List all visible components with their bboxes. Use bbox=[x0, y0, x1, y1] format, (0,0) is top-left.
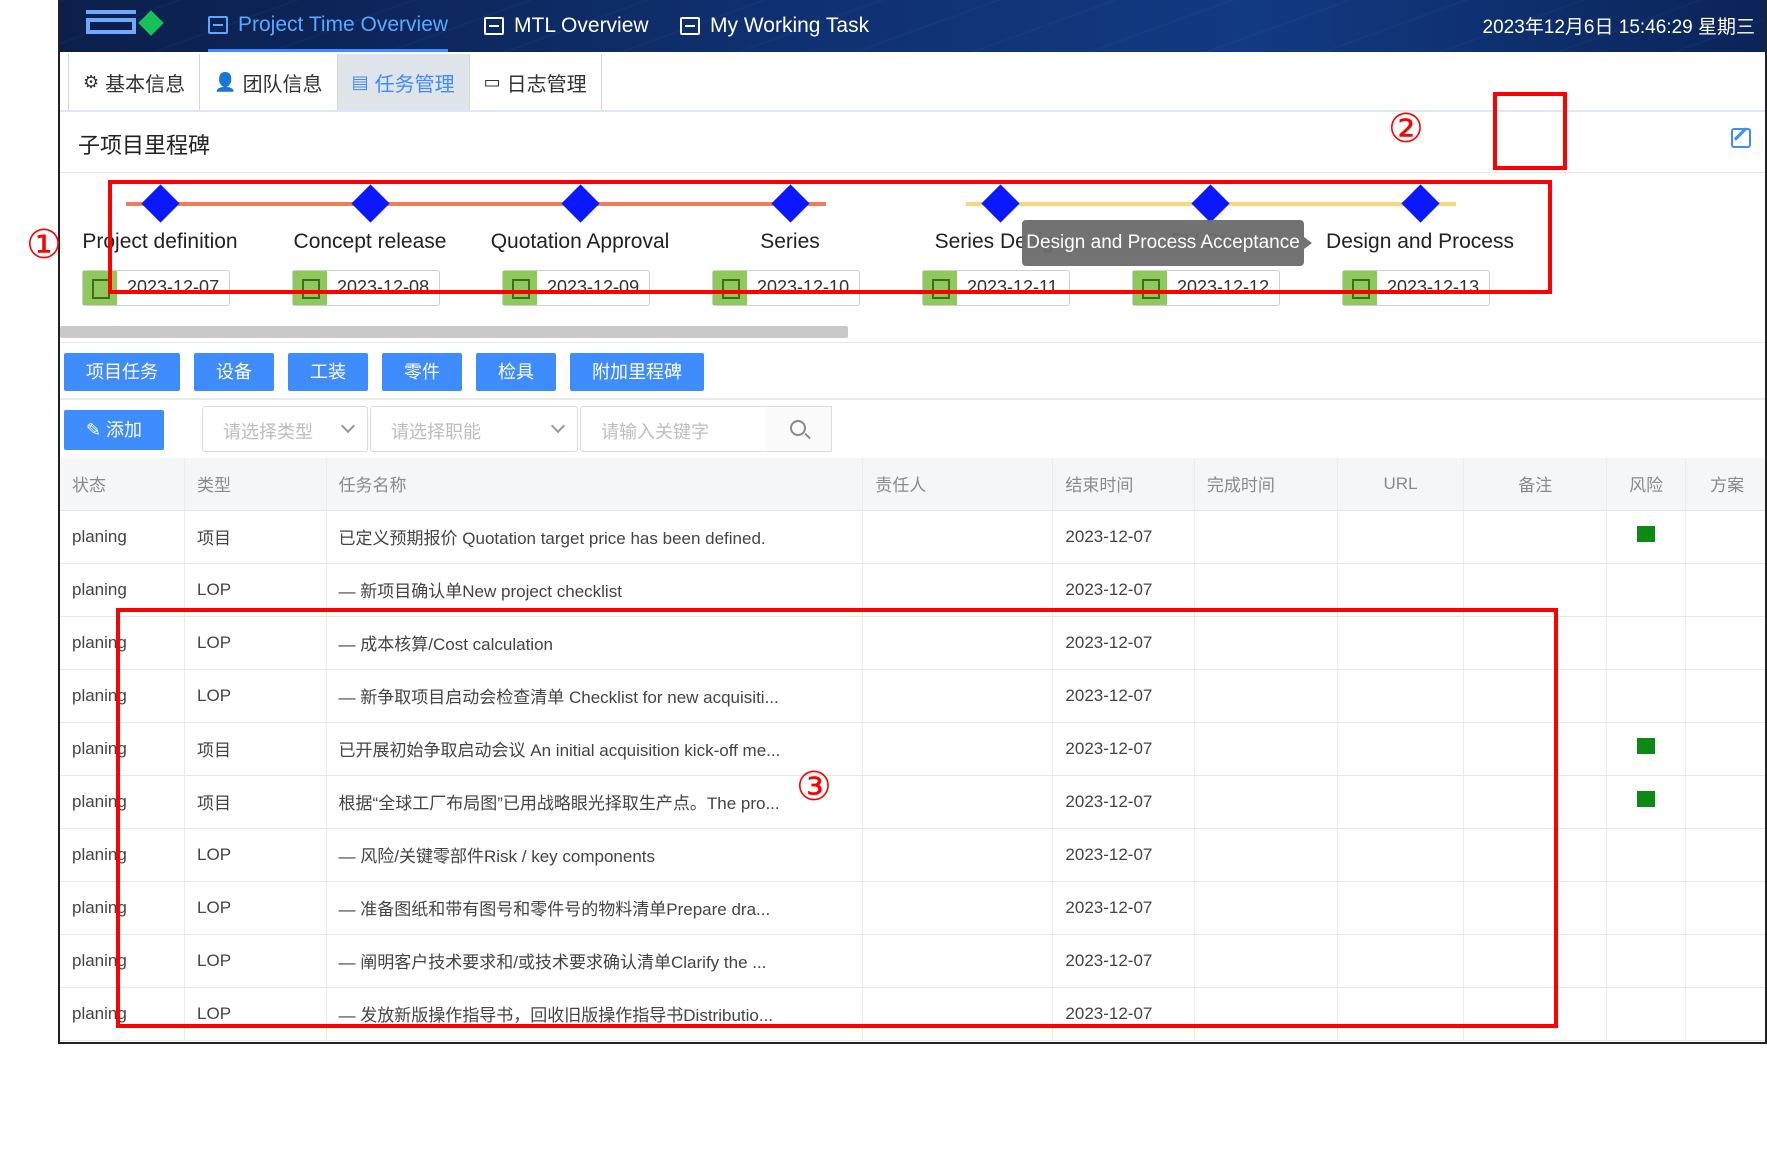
cell-plan bbox=[1685, 881, 1765, 935]
table-header-row: 状态 类型 任务名称 责任人 结束时间 完成时间 URL 备注 风险 方案 bbox=[60, 458, 1765, 511]
cell-plan bbox=[1685, 987, 1765, 1041]
top-header: Project Time Overview MTL Overview My Wo… bbox=[60, 0, 1765, 52]
cell-owner bbox=[862, 510, 1054, 564]
cell-risk bbox=[1606, 881, 1687, 935]
cell-risk bbox=[1606, 510, 1687, 564]
type-select[interactable]: 请选择类型 bbox=[202, 406, 368, 452]
cell-risk bbox=[1606, 828, 1687, 882]
column-header[interactable]: 责任人 bbox=[862, 458, 1054, 511]
cell-end: 2023-12-07 bbox=[1052, 510, 1195, 564]
annotation-number-3: ③ bbox=[796, 764, 832, 810]
milestone-title: 子项目里程碑 bbox=[78, 133, 211, 158]
message-icon bbox=[680, 17, 700, 35]
briefcase-icon bbox=[208, 15, 228, 34]
category-button[interactable]: 附加里程碑 bbox=[570, 353, 704, 391]
column-header[interactable]: 完成时间 bbox=[1194, 458, 1338, 511]
category-button[interactable]: 检具 bbox=[476, 353, 556, 391]
category-button[interactable]: 设备 bbox=[194, 353, 274, 391]
nav-tab-project-time-overview[interactable]: Project Time Overview bbox=[208, 0, 449, 52]
column-header[interactable]: 风险 bbox=[1606, 458, 1687, 511]
keyword-input[interactable]: 请输入关键字 bbox=[580, 406, 768, 452]
tab-basic-info[interactable]: ⚙ 基本信息 bbox=[68, 54, 200, 110]
header-datetime: 2023年12月6日 15:46:29 星期三 bbox=[1482, 17, 1756, 38]
cell-risk bbox=[1606, 616, 1687, 670]
annotation-number-2: ② bbox=[1388, 106, 1424, 152]
cell-plan bbox=[1685, 722, 1765, 776]
add-button[interactable]: ✎ 添加 bbox=[64, 410, 164, 450]
chip-icon: ⚙ bbox=[83, 71, 100, 92]
tab-label: 团队信息 bbox=[242, 73, 323, 96]
annotation-box-1 bbox=[108, 180, 1552, 294]
category-button[interactable]: 零件 bbox=[382, 353, 462, 391]
table-row[interactable]: planing 项目 已定义预期报价 Quotation target price … bbox=[60, 510, 1765, 564]
tab-log-management[interactable]: ▭ 日志管理 bbox=[468, 54, 602, 110]
edit-icon[interactable] bbox=[1731, 128, 1751, 148]
user-icon: 👤 bbox=[214, 71, 237, 92]
nav-tab-label: My Working Task bbox=[710, 14, 870, 37]
annotation-box-2 bbox=[1493, 92, 1567, 170]
category-button[interactable]: 工装 bbox=[288, 353, 368, 391]
cell-plan bbox=[1685, 669, 1765, 723]
column-header[interactable]: 方案 bbox=[1685, 458, 1765, 511]
function-select-placeholder: 请选择职能 bbox=[391, 422, 481, 442]
category-button[interactable]: 项目任务 bbox=[64, 353, 180, 391]
column-header[interactable]: 任务名称 bbox=[326, 458, 864, 511]
scroll-track bbox=[60, 342, 1765, 343]
annotation-box-3 bbox=[116, 608, 1558, 1028]
nav-tab-label: MTL Overview bbox=[514, 14, 649, 37]
cell-url bbox=[1337, 510, 1465, 564]
nav-tab-my-working-task[interactable]: My Working Task bbox=[680, 0, 869, 52]
cell-name: 已定义预期报价 Quotation target price has been … bbox=[326, 510, 864, 564]
annotation-number-1: ① bbox=[26, 222, 62, 268]
cell-plan bbox=[1685, 616, 1765, 670]
cell-done bbox=[1194, 510, 1338, 564]
column-header[interactable]: URL bbox=[1337, 458, 1465, 511]
log-icon: ▭ bbox=[483, 71, 501, 92]
divider bbox=[60, 172, 1765, 173]
cell-plan bbox=[1685, 828, 1765, 882]
add-button-label: 添加 bbox=[106, 420, 143, 440]
document-icon: ▤ bbox=[351, 71, 369, 92]
category-buttons: 项目任务 设备 工装 零件 检具 附加里程碑 bbox=[64, 353, 704, 391]
nav-tab-label: Project Time Overview bbox=[238, 12, 449, 36]
cell-risk bbox=[1606, 987, 1687, 1041]
column-header[interactable]: 结束时间 bbox=[1052, 458, 1195, 511]
cell-risk bbox=[1606, 563, 1687, 617]
chevron-down-icon bbox=[340, 418, 356, 434]
column-header[interactable]: 备注 bbox=[1463, 458, 1608, 511]
cell-risk bbox=[1606, 669, 1687, 723]
cell-plan bbox=[1685, 934, 1765, 988]
type-select-placeholder: 请选择类型 bbox=[223, 422, 313, 442]
cell-risk bbox=[1606, 934, 1687, 988]
keyword-placeholder: 请输入关键字 bbox=[601, 422, 709, 442]
horizontal-scrollbar[interactable] bbox=[60, 326, 848, 338]
tab-task-management[interactable]: ▤ 任务管理 bbox=[336, 54, 469, 110]
risk-indicator-icon bbox=[1637, 526, 1656, 542]
cell-plan bbox=[1685, 510, 1765, 564]
cell-type: 项目 bbox=[184, 510, 327, 564]
nav-tab-mtl-overview[interactable]: MTL Overview bbox=[484, 0, 649, 52]
column-header[interactable]: 类型 bbox=[184, 458, 327, 511]
tab-label: 日志管理 bbox=[506, 73, 587, 96]
cell-risk bbox=[1606, 722, 1687, 776]
tab-team-info[interactable]: 👤 团队信息 bbox=[199, 54, 337, 110]
column-header[interactable]: 状态 bbox=[60, 458, 186, 511]
risk-indicator-icon bbox=[1637, 791, 1656, 807]
function-select[interactable]: 请选择职能 bbox=[370, 406, 578, 452]
document-icon bbox=[484, 17, 504, 35]
chevron-down-icon bbox=[550, 418, 566, 434]
cell-risk bbox=[1606, 775, 1687, 829]
cell-status: planing bbox=[60, 510, 186, 564]
risk-indicator-icon bbox=[1637, 738, 1656, 754]
cell-plan bbox=[1685, 775, 1765, 829]
brand-logo bbox=[86, 6, 166, 42]
tab-label: 任务管理 bbox=[374, 73, 455, 96]
search-button[interactable] bbox=[766, 406, 832, 452]
divider bbox=[60, 398, 1765, 400]
tab-label: 基本信息 bbox=[105, 73, 186, 96]
cell-note bbox=[1463, 510, 1608, 564]
cell-plan bbox=[1685, 563, 1765, 617]
sub-tabs: ⚙ 基本信息 👤 团队信息 ▤ 任务管理 ▭ 日志管理 bbox=[68, 54, 602, 110]
